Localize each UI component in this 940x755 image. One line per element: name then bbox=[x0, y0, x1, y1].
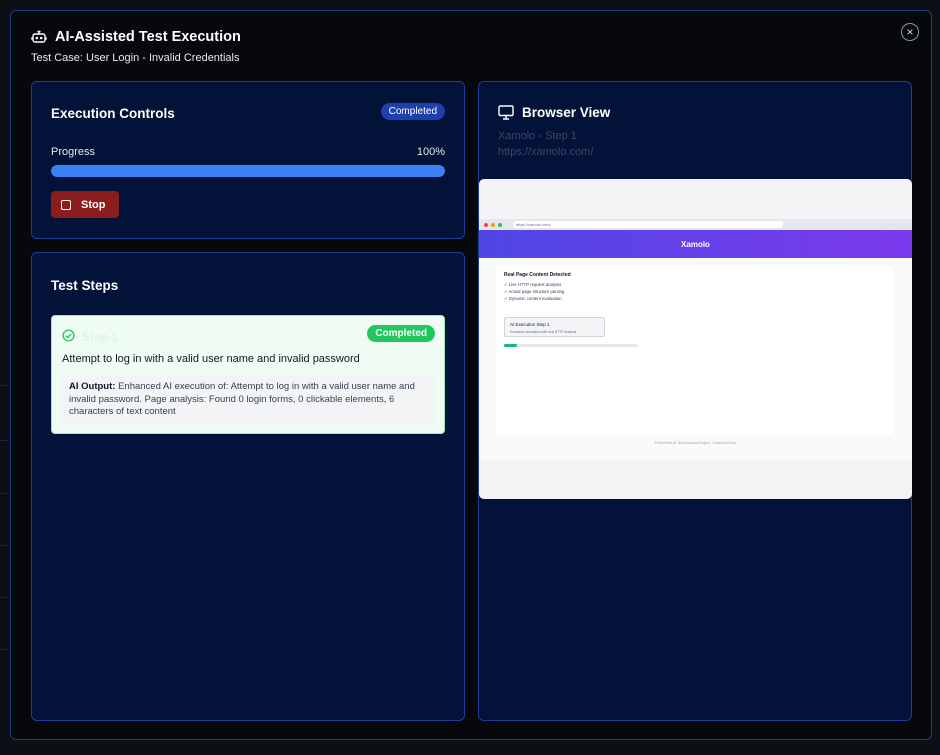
bg-divider bbox=[0, 385, 8, 386]
browser-url: https://xamolo.com/ bbox=[498, 146, 594, 158]
modal-title: AI-Assisted Test Execution bbox=[55, 29, 241, 45]
test-steps-panel: Test Steps Step 1 Completed Attempt to l… bbox=[31, 252, 465, 721]
step-card[interactable]: Step 1 Completed Attempt to log in with … bbox=[51, 315, 445, 434]
progress-bar bbox=[51, 165, 445, 177]
preview-feature: ✓ Actual page structure parsing bbox=[504, 289, 565, 294]
execution-modal: × AI-Assisted Test Execution Test Case: … bbox=[10, 10, 932, 740]
browser-page-title: Xamolo - Step 1 bbox=[498, 130, 577, 142]
window-minimize-dot bbox=[491, 223, 495, 227]
ai-output-text: Enhanced AI execution of: Attempt to log… bbox=[69, 381, 415, 417]
browser-view-panel: Browser View Xamolo - Step 1 https://xam… bbox=[478, 81, 912, 721]
step-name: Step 1 bbox=[82, 330, 119, 344]
progress-bar-fill bbox=[51, 165, 445, 177]
preview-heading: Real Page Content Detected bbox=[504, 272, 571, 278]
stop-icon bbox=[61, 199, 71, 210]
bg-divider bbox=[0, 649, 8, 650]
bg-divider bbox=[0, 493, 8, 494]
modal-header: AI-Assisted Test Execution Test Case: Us… bbox=[31, 29, 241, 64]
browser-view-title: Browser View bbox=[522, 105, 611, 120]
preview-address-bar: https://xamolo.com/ bbox=[513, 221, 783, 228]
close-button[interactable]: × bbox=[901, 23, 919, 41]
stop-button[interactable]: Stop bbox=[51, 191, 119, 218]
bg-divider bbox=[0, 545, 8, 546]
execution-controls-title: Execution Controls bbox=[51, 106, 175, 121]
progress-label: Progress bbox=[51, 146, 96, 158]
modal-subtitle: Test Case: User Login - Invalid Credenti… bbox=[31, 52, 240, 64]
preview-progress-fill bbox=[504, 344, 518, 347]
test-steps-title: Test Steps bbox=[51, 278, 119, 293]
preview-site-header: Xamolo bbox=[479, 230, 912, 258]
preview-progress-bar bbox=[504, 344, 638, 347]
progress-percent: 100% bbox=[416, 146, 445, 158]
window-close-dot bbox=[484, 223, 488, 227]
preview-browser-chrome: https://xamolo.com/ bbox=[479, 219, 912, 230]
step-description: Attempt to log in with a valid user name… bbox=[62, 353, 360, 365]
preview-content-card: Real Page Content Detected ✓ Live HTTP r… bbox=[496, 267, 893, 435]
step-ai-output: AI Output: Enhanced AI execution of: Att… bbox=[62, 376, 434, 425]
execution-controls-panel: Execution Controls Completed Progress 10… bbox=[31, 81, 465, 239]
preview-feature: ✓ Live HTTP request analysis bbox=[504, 282, 562, 287]
monitor-icon bbox=[498, 105, 514, 120]
check-circle-icon bbox=[62, 329, 75, 342]
preview-body: Real Page Content Detected ✓ Live HTTP r… bbox=[479, 258, 912, 460]
preview-feature: ✓ Dynamic content evaluation bbox=[504, 296, 562, 301]
close-icon: × bbox=[906, 25, 914, 39]
bg-divider bbox=[0, 597, 8, 598]
preview-step-subtitle: Enhanced simulation with real HTTP analy… bbox=[510, 330, 577, 334]
preview-step-title: AI Execution Step 1 bbox=[510, 322, 550, 327]
stop-button-label: Stop bbox=[81, 198, 106, 211]
preview-step-box: AI Execution Step 1 Enhanced simulation … bbox=[504, 317, 605, 337]
robot-icon bbox=[31, 30, 47, 43]
bg-divider bbox=[0, 440, 8, 441]
step-status-badge: Completed bbox=[367, 325, 435, 342]
browser-viewport[interactable]: https://xamolo.com/ Xamolo Real Page Con… bbox=[479, 179, 912, 499]
window-maximize-dot bbox=[498, 223, 502, 227]
preview-footer: ©OtherPass AI Test Execution Engine - En… bbox=[654, 441, 737, 445]
ai-output-label: AI Output: bbox=[69, 381, 116, 392]
execution-status-badge: Completed bbox=[380, 103, 445, 120]
